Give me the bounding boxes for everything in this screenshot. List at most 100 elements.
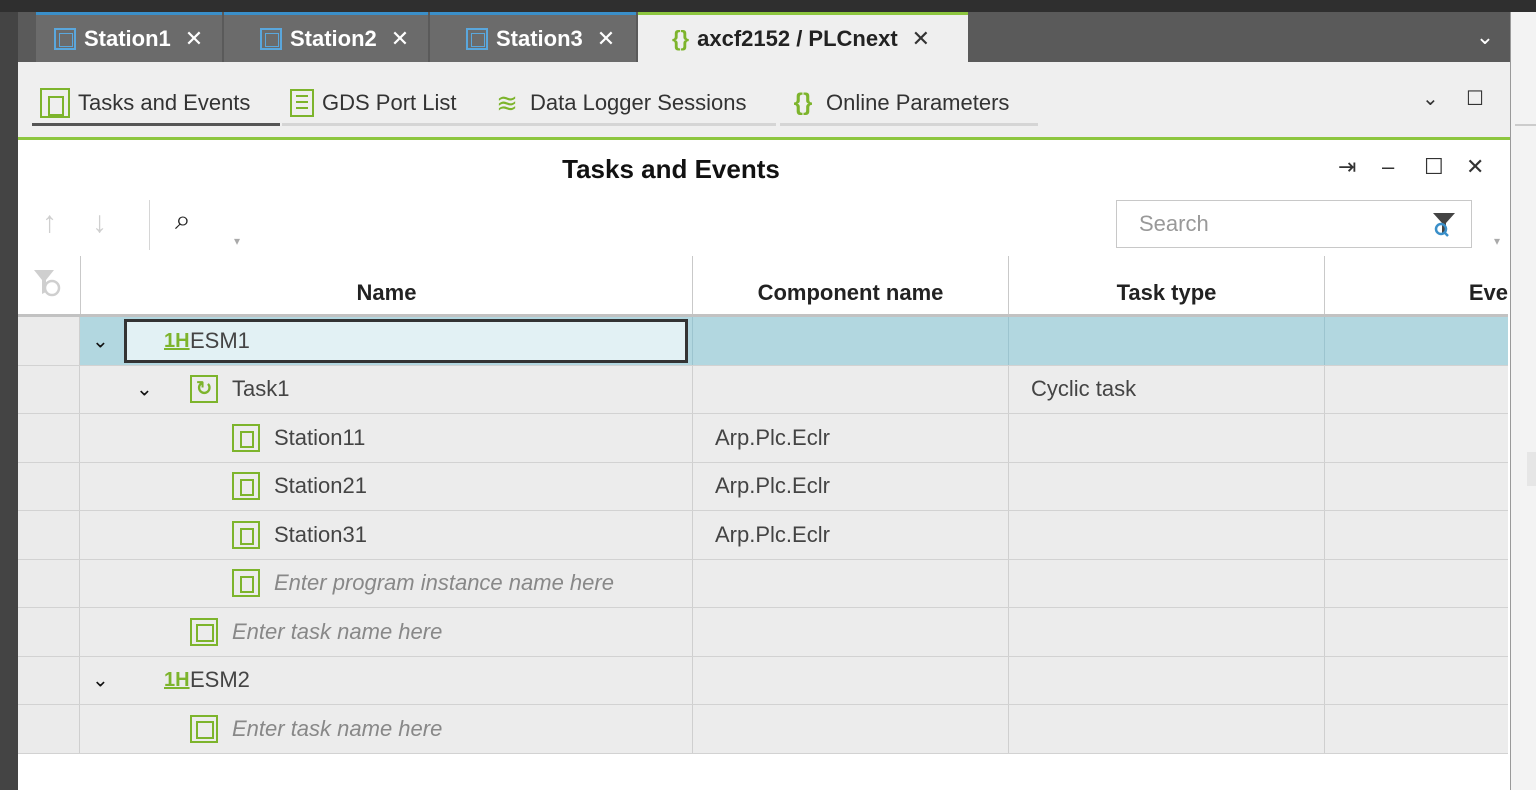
- minimize-icon[interactable]: –: [1382, 154, 1394, 180]
- close-icon[interactable]: ✕: [185, 26, 203, 52]
- maximize-icon[interactable]: ☐: [1466, 86, 1484, 111]
- tool-tab-gds-port-list[interactable]: GDS Port List: [282, 80, 486, 126]
- column-header-component-name[interactable]: Component name: [692, 256, 1008, 314]
- station-icon: [466, 27, 488, 50]
- table-row[interactable]: Station21 Arp.Plc.Eclr: [18, 462, 1508, 511]
- events-cell[interactable]: [1324, 608, 1508, 656]
- tab-station1[interactable]: Station1 ✕: [36, 12, 222, 62]
- component-cell[interactable]: [692, 705, 1008, 753]
- row-gutter: [18, 705, 80, 753]
- component-cell[interactable]: [692, 656, 1008, 704]
- component-cell[interactable]: [692, 559, 1008, 607]
- events-cell[interactable]: [1324, 656, 1508, 704]
- chevron-down-icon[interactable]: ⌄: [92, 668, 109, 693]
- row-label: ESM2: [190, 667, 250, 693]
- chevron-down-icon[interactable]: ⌄: [92, 328, 109, 353]
- component-cell[interactable]: [692, 317, 1008, 365]
- tab-station2[interactable]: Station2 ✕: [224, 12, 428, 62]
- filter-icon[interactable]: [1429, 209, 1459, 239]
- table-row[interactable]: Enter task name here: [18, 705, 1508, 754]
- toolbar-separator: [149, 200, 150, 250]
- dropdown-caret-icon[interactable]: ▾: [1494, 234, 1500, 248]
- close-icon[interactable]: ✕: [1466, 154, 1484, 180]
- component-cell[interactable]: Arp.Plc.Eclr: [692, 462, 1008, 510]
- close-icon[interactable]: ✕: [597, 26, 615, 52]
- move-down-icon[interactable]: ↓: [92, 206, 107, 240]
- table-row[interactable]: ⌄ 1H ESM1: [18, 317, 1508, 366]
- events-cell[interactable]: [1324, 365, 1508, 413]
- component-cell[interactable]: [692, 608, 1008, 656]
- table-row[interactable]: Station31 Arp.Plc.Eclr: [18, 511, 1508, 560]
- name-cell[interactable]: Enter task name here: [80, 608, 692, 656]
- row-gutter: [18, 559, 80, 607]
- tab-plcnext[interactable]: {} axcf2152 / PLCnext ✕: [638, 12, 968, 62]
- chevron-down-icon[interactable]: ⌄: [1422, 86, 1439, 111]
- task-type-cell[interactable]: [1008, 705, 1324, 753]
- name-cell[interactable]: Enter program instance name here: [80, 560, 692, 608]
- task-type-cell[interactable]: [1008, 414, 1324, 462]
- name-cell[interactable]: ⌄ ↻ Task1: [80, 366, 692, 414]
- search-box[interactable]: [1116, 200, 1472, 248]
- events-cell[interactable]: [1324, 414, 1508, 462]
- tool-tab-tasks-and-events[interactable]: Tasks and Events: [32, 80, 280, 126]
- component-cell[interactable]: [692, 365, 1008, 413]
- reset-filter-icon[interactable]: [18, 256, 80, 314]
- plcnext-icon: {}: [672, 25, 690, 51]
- name-cell[interactable]: Station31: [80, 511, 692, 559]
- row-label: Station11: [274, 424, 366, 450]
- events-cell[interactable]: [1324, 511, 1508, 559]
- task-type-cell[interactable]: [1008, 608, 1324, 656]
- search-icon[interactable]: ⌕: [175, 204, 191, 237]
- task-type-cell[interactable]: [1008, 317, 1324, 365]
- name-cell[interactable]: Station11: [80, 414, 692, 462]
- tool-tab-bar: Tasks and Events GDS Port List ≋ Data Lo…: [18, 62, 1510, 140]
- task-type-cell[interactable]: [1008, 656, 1324, 704]
- maximize-icon[interactable]: ☐: [1424, 154, 1444, 180]
- events-cell[interactable]: [1324, 462, 1508, 510]
- tool-tab-online-parameters[interactable]: {} Online Parameters: [780, 80, 1038, 126]
- search-input[interactable]: [1117, 201, 1421, 247]
- tool-tab-label: Online Parameters: [826, 90, 1010, 115]
- pin-icon[interactable]: ⇥: [1338, 154, 1356, 180]
- grid-header: Name Component name Task type Eve: [18, 256, 1508, 317]
- new-task-placeholder[interactable]: Enter task name here: [232, 716, 442, 742]
- table-row[interactable]: Station11 Arp.Plc.Eclr: [18, 414, 1508, 463]
- task-type-cell[interactable]: Cyclic task: [1008, 365, 1324, 413]
- chevron-down-icon[interactable]: ⌄: [136, 377, 153, 402]
- row-gutter: [18, 414, 80, 462]
- tool-tab-data-logger-sessions[interactable]: ≋ Data Logger Sessions: [486, 80, 776, 126]
- plcnext-icon: {}: [793, 89, 813, 116]
- table-row[interactable]: Enter task name here: [18, 608, 1508, 657]
- task-type-cell[interactable]: [1008, 462, 1324, 510]
- station-icon: [260, 27, 282, 50]
- name-cell[interactable]: ⌄ 1H ESM1: [80, 317, 692, 365]
- column-header-task-type[interactable]: Task type: [1008, 256, 1324, 314]
- new-task-placeholder[interactable]: Enter task name here: [232, 619, 442, 645]
- close-icon[interactable]: ✕: [912, 26, 930, 52]
- tab-overflow-chevron-icon[interactable]: ⌄: [1460, 12, 1510, 62]
- close-icon[interactable]: ✕: [391, 26, 409, 52]
- move-up-icon[interactable]: ↑: [42, 206, 57, 240]
- events-cell[interactable]: [1324, 559, 1508, 607]
- task-icon: [190, 714, 218, 743]
- events-cell[interactable]: [1324, 705, 1508, 753]
- component-cell[interactable]: Arp.Plc.Eclr: [692, 414, 1008, 462]
- name-cell[interactable]: Station21: [80, 463, 692, 511]
- task-type-cell[interactable]: [1008, 559, 1324, 607]
- component-cell[interactable]: Arp.Plc.Eclr: [692, 511, 1008, 559]
- events-cell[interactable]: [1324, 317, 1508, 365]
- row-gutter: [18, 608, 80, 656]
- table-row[interactable]: ⌄ 1H ESM2: [18, 656, 1508, 705]
- table-row[interactable]: Enter program instance name here: [18, 559, 1508, 608]
- task-type-cell[interactable]: [1008, 511, 1324, 559]
- name-cell[interactable]: ⌄ 1H ESM2: [80, 657, 692, 705]
- name-cell[interactable]: Enter task name here: [80, 705, 692, 753]
- column-header-events[interactable]: Eve: [1324, 256, 1508, 314]
- row-label: Station31: [274, 521, 367, 547]
- column-header-name[interactable]: Name: [80, 256, 692, 314]
- tab-station3[interactable]: Station3 ✕: [430, 12, 636, 62]
- tab-label: Station2: [290, 25, 377, 51]
- dropdown-caret-icon[interactable]: ▾: [234, 234, 240, 248]
- new-program-instance-placeholder[interactable]: Enter program instance name here: [274, 570, 614, 596]
- table-row[interactable]: ⌄ ↻ Task1 Cyclic task: [18, 365, 1508, 414]
